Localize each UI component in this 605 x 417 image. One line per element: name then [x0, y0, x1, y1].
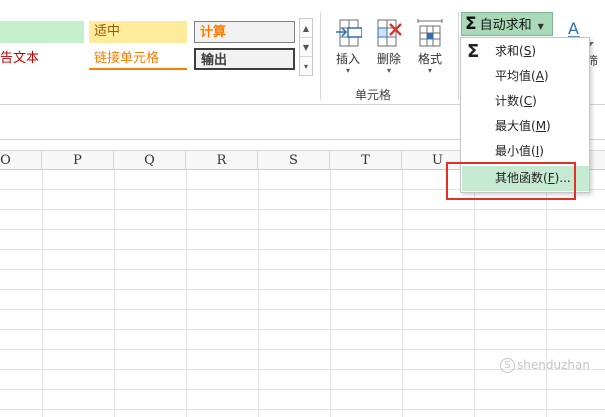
delete-label: 删除 [376, 52, 401, 66]
column-header-t[interactable]: T [330, 151, 402, 170]
column-header-s[interactable]: S [258, 151, 330, 170]
gallery-up-icon[interactable]: ▲ [300, 19, 312, 38]
cells-group-label: 单元格 [355, 88, 392, 102]
column-line [186, 170, 187, 417]
gallery-down-icon[interactable]: ▼ [300, 38, 312, 57]
menu-item-max[interactable]: 最大值(M) [462, 114, 589, 139]
column-header-o[interactable]: O [0, 151, 42, 170]
watermark-logo-icon: S [500, 358, 515, 373]
column-line [402, 170, 403, 417]
column-line [474, 170, 475, 417]
style-linked-cell[interactable]: 链接单元格 [89, 48, 187, 70]
delete-dropdown-icon[interactable]: ▾ [369, 66, 409, 76]
delete-button[interactable]: 删除 ▾ [369, 14, 409, 84]
column-line [258, 170, 259, 417]
watermark: Sshenduzhan [500, 358, 590, 373]
column-header-p[interactable]: P [42, 151, 114, 170]
column-line [330, 170, 331, 417]
column-line [114, 170, 115, 417]
annotation-highlight-box [446, 162, 576, 200]
menu-item-count[interactable]: 计数(C) [462, 89, 589, 114]
worksheet-grid[interactable] [0, 170, 605, 417]
column-line [546, 170, 547, 417]
row-line [0, 249, 605, 250]
style-output-cell[interactable]: 输出 [194, 48, 295, 70]
row-line [0, 289, 605, 290]
row-line [0, 269, 605, 270]
format-dropdown-icon[interactable]: ▾ [410, 66, 450, 76]
style-good-cell[interactable] [0, 21, 84, 43]
row-line [0, 229, 605, 230]
autosum-label: 自动求和 [479, 18, 532, 33]
insert-cells-icon [334, 18, 363, 48]
group-divider [320, 12, 321, 100]
insert-dropdown-icon[interactable]: ▾ [328, 66, 368, 76]
style-calculation-cell[interactable]: 计算 [194, 21, 295, 43]
style-gallery-scrollbar[interactable]: ▲ ▼ ▾ [299, 18, 313, 76]
format-cells-icon [416, 18, 444, 48]
insert-button[interactable]: 插入 ▾ [328, 14, 368, 84]
menu-item-average[interactable]: 平均值(A) [462, 64, 589, 89]
format-label: 格式 [417, 52, 442, 66]
column-line [42, 170, 43, 417]
sigma-icon: Σ [465, 14, 477, 34]
column-header-r[interactable]: R [186, 151, 258, 170]
row-line [0, 409, 605, 410]
autosum-dropdown-icon[interactable]: ▼ [538, 22, 544, 31]
row-line [0, 329, 605, 330]
row-line [0, 209, 605, 210]
delete-cells-icon [375, 18, 403, 48]
row-line [0, 309, 605, 310]
svg-text:A: A [568, 19, 579, 38]
row-line [0, 349, 605, 350]
sigma-icon: Σ [467, 41, 480, 62]
autosum-button[interactable]: Σ 自动求和 ▼ [461, 12, 553, 36]
style-neutral-cell[interactable]: 适中 [89, 21, 187, 43]
gallery-more-icon[interactable]: ▾ [300, 57, 312, 76]
menu-item-sum[interactable]: Σ 求和(S) [462, 39, 589, 64]
group-divider [458, 12, 459, 100]
format-button[interactable]: 格式 ▾ [410, 14, 450, 84]
style-warning-text-cell[interactable]: 告文本 [0, 48, 84, 70]
menu-item-min[interactable]: 最小值(I) [462, 139, 589, 164]
column-header-q[interactable]: Q [114, 151, 186, 170]
row-line [0, 389, 605, 390]
insert-label: 插入 [335, 52, 360, 66]
